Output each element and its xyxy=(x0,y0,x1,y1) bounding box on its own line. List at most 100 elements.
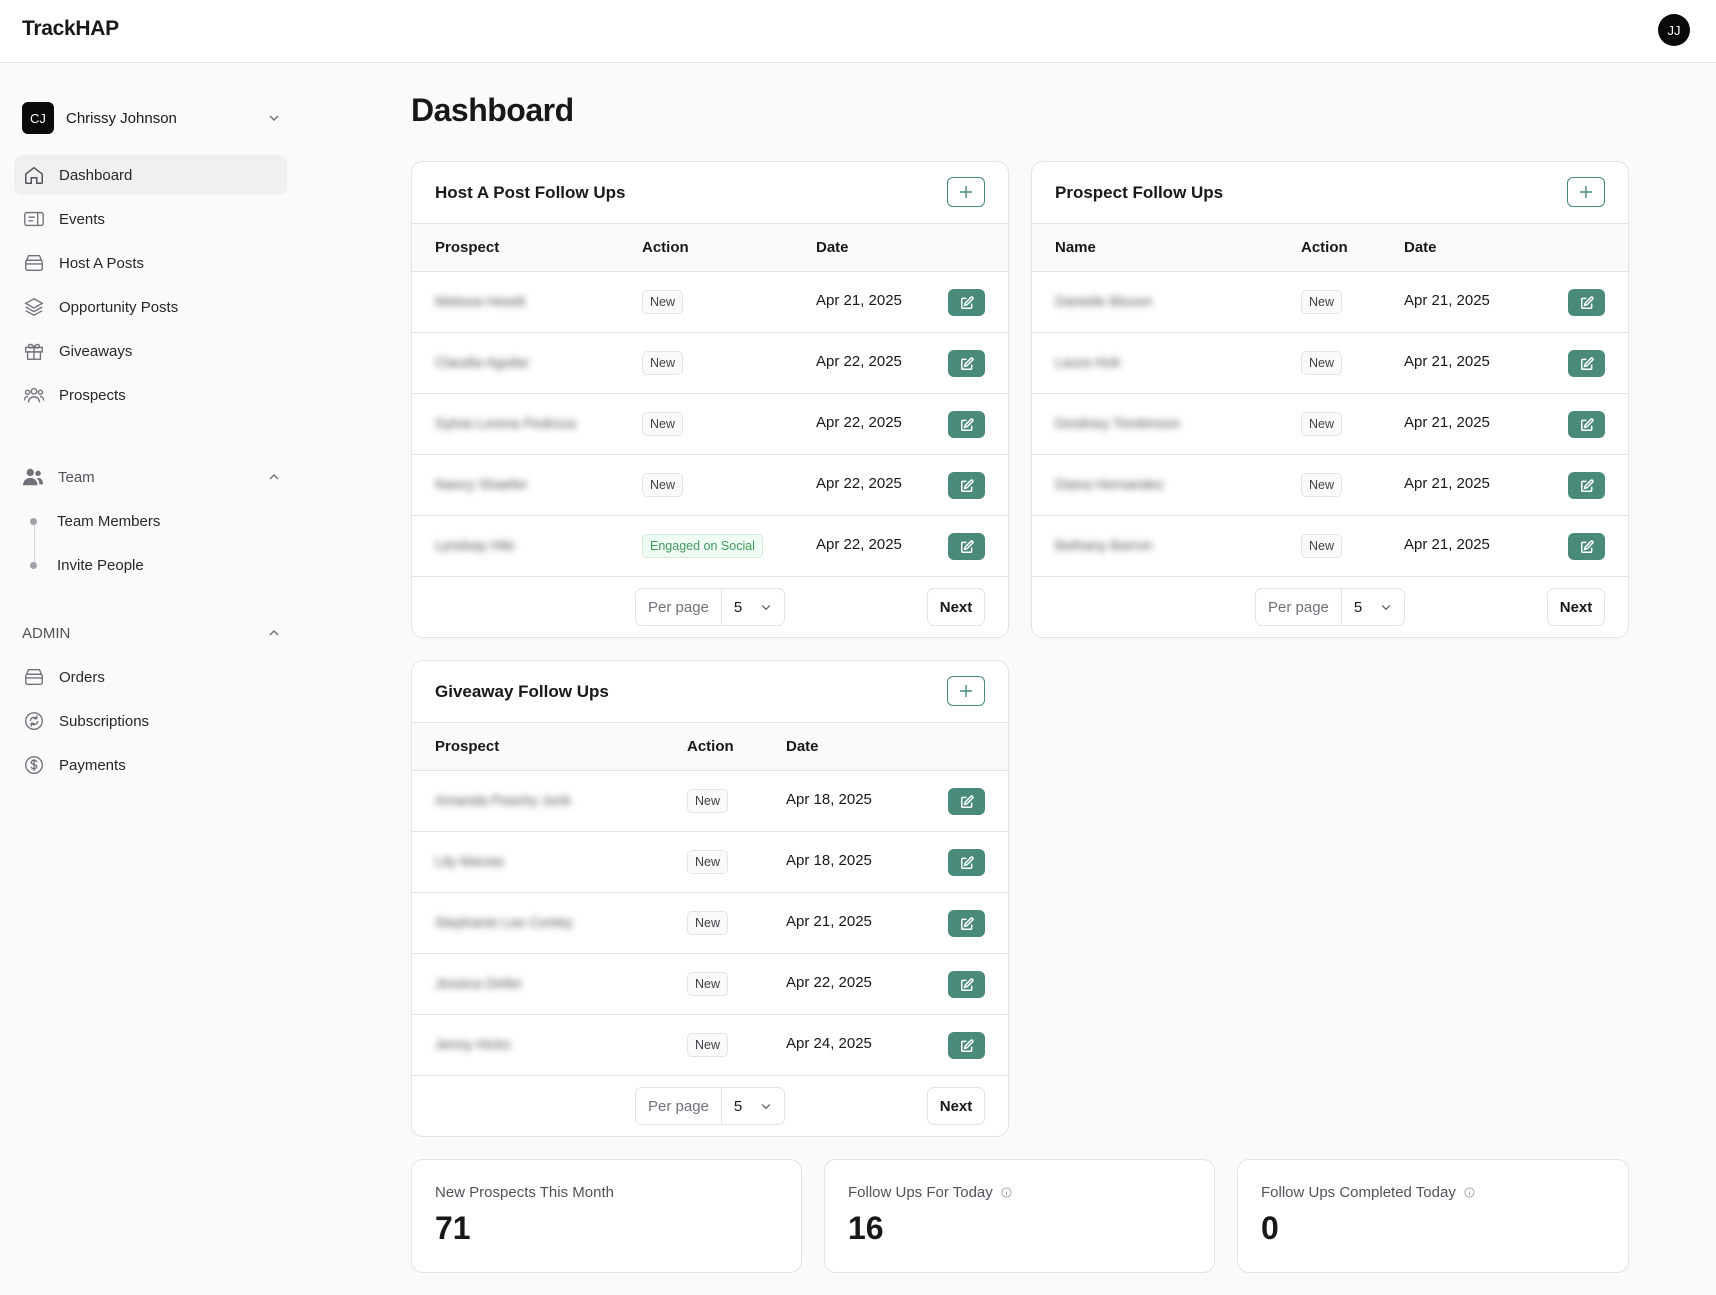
account-switcher[interactable]: CJ Chrissy Johnson xyxy=(22,102,282,134)
edit-icon xyxy=(1580,417,1594,431)
sidebar-item-giveaways[interactable]: Giveaways xyxy=(14,331,287,371)
date-cell: Apr 21, 2025 xyxy=(816,292,902,309)
sidebar-item-events[interactable]: Events xyxy=(14,199,287,239)
edit-button[interactable] xyxy=(1568,289,1605,316)
sidebar-item-orders[interactable]: Orders xyxy=(14,657,287,697)
bullet xyxy=(30,517,37,525)
edit-button[interactable] xyxy=(948,971,985,998)
chevron-down-icon xyxy=(269,115,279,122)
add-button[interactable] xyxy=(1567,177,1605,207)
table-header: Prospect Action Date xyxy=(412,223,1008,272)
prospect-name: Laura Holt xyxy=(1055,354,1120,370)
edit-button[interactable] xyxy=(948,788,985,815)
prospect-follow-ups-card: Prospect Follow Ups Name Action Date Dan… xyxy=(1031,161,1629,638)
pagination: Per page 5 Next xyxy=(412,576,1008,637)
table-header: Prospect Action Date xyxy=(412,722,1008,771)
sidebar-item-label: Invite People xyxy=(57,556,144,574)
status-badge: New xyxy=(687,1033,729,1057)
sidebar-item-subscriptions[interactable]: Subscriptions xyxy=(14,701,287,741)
edit-button[interactable] xyxy=(948,1032,985,1059)
team-section-label: Team xyxy=(58,468,95,486)
edit-button[interactable] xyxy=(948,910,985,937)
edit-icon xyxy=(960,916,974,930)
sidebar-item-invite-people[interactable]: Invite People xyxy=(30,551,144,579)
stat-label: New Prospects This Month xyxy=(435,1184,614,1201)
edit-button[interactable] xyxy=(1568,472,1605,499)
per-page-value[interactable]: 5 xyxy=(1342,589,1404,625)
edit-button[interactable] xyxy=(948,289,985,316)
per-page-value[interactable]: 5 xyxy=(722,589,784,625)
sidebar-item-team-members[interactable]: Team Members xyxy=(30,507,160,535)
host-a-post-follow-ups-card: Host A Post Follow Ups Prospect Action D… xyxy=(411,161,1009,638)
sidebar-item-dashboard[interactable]: Dashboard xyxy=(14,155,287,195)
team-section-toggle[interactable]: Team xyxy=(22,463,282,491)
sidebar-item-opportunity-posts[interactable]: Opportunity Posts xyxy=(14,287,287,327)
edit-button[interactable] xyxy=(948,533,985,560)
edit-icon xyxy=(960,356,974,370)
plus-icon xyxy=(960,685,972,697)
edit-button[interactable] xyxy=(1568,411,1605,438)
per-page-select[interactable]: Per page 5 xyxy=(635,1087,786,1125)
table-row: Destiney Tomkinson New Apr 21, 2025 xyxy=(1032,394,1628,455)
status-badge: New xyxy=(687,911,729,935)
stat-card-follow-ups-completed: Follow Ups Completed Today 0 xyxy=(1237,1159,1629,1273)
prospect-name: Bethany Barron xyxy=(1055,537,1153,553)
table-row: Bethany Barron New Apr 21, 2025 xyxy=(1032,516,1628,577)
per-page-select[interactable]: Per page 5 xyxy=(635,588,786,626)
next-button[interactable]: Next xyxy=(1547,588,1605,626)
dollar-icon xyxy=(23,754,45,776)
sidebar-item-payments[interactable]: Payments xyxy=(14,745,287,785)
add-button[interactable] xyxy=(947,676,985,706)
status-badge: New xyxy=(687,972,729,996)
edit-button[interactable] xyxy=(1568,350,1605,377)
page-title: Dashboard xyxy=(411,92,574,128)
date-cell: Apr 22, 2025 xyxy=(816,414,902,431)
date-cell: Apr 21, 2025 xyxy=(786,913,872,930)
info-icon[interactable] xyxy=(1464,1187,1475,1198)
date-cell: Apr 18, 2025 xyxy=(786,852,872,869)
status-badge: New xyxy=(1301,290,1343,314)
add-button[interactable] xyxy=(947,177,985,207)
giveaway-follow-ups-card: Giveaway Follow Ups Prospect Action Date… xyxy=(411,660,1009,1137)
stat-label-text: Follow Ups Completed Today xyxy=(1261,1184,1456,1201)
per-page-value[interactable]: 5 xyxy=(722,1088,784,1124)
edit-button[interactable] xyxy=(948,849,985,876)
ticket-icon xyxy=(23,208,45,230)
user-avatar[interactable]: JJ xyxy=(1658,14,1690,46)
edit-button[interactable] xyxy=(1568,533,1605,560)
date-cell: Apr 24, 2025 xyxy=(786,1035,872,1052)
sidebar-item-label: Dashboard xyxy=(59,166,133,184)
sidebar-item-label: Events xyxy=(59,210,105,228)
archive-icon xyxy=(23,666,45,688)
app-brand[interactable]: TrackHAP xyxy=(22,17,119,41)
date-cell: Apr 21, 2025 xyxy=(1404,292,1490,309)
column-header: Name xyxy=(1055,239,1096,256)
status-badge: New xyxy=(687,850,729,874)
date-cell: Apr 21, 2025 xyxy=(1404,475,1490,492)
edit-button[interactable] xyxy=(948,350,985,377)
edit-button[interactable] xyxy=(948,411,985,438)
card-title: Host A Post Follow Ups xyxy=(435,183,626,202)
status-badge: New xyxy=(642,290,684,314)
per-page-select[interactable]: Per page 5 xyxy=(1255,588,1406,626)
column-header: Action xyxy=(1301,239,1348,256)
date-cell: Apr 21, 2025 xyxy=(1404,414,1490,431)
stat-card-new-prospects: New Prospects This Month 71 xyxy=(411,1159,802,1273)
admin-section-toggle[interactable]: ADMIN xyxy=(22,619,282,647)
info-icon[interactable] xyxy=(1001,1187,1012,1198)
pagination: Per page 5 Next xyxy=(412,1075,1008,1136)
date-cell: Apr 22, 2025 xyxy=(816,536,902,553)
edit-icon xyxy=(960,417,974,431)
edit-icon xyxy=(960,539,974,553)
stat-label-text: Follow Ups For Today xyxy=(848,1184,993,1201)
table-row: Lily Macias New Apr 18, 2025 xyxy=(412,832,1008,893)
sidebar-item-label: Giveaways xyxy=(59,342,133,360)
account-name: Chrissy Johnson xyxy=(66,109,177,127)
edit-button[interactable] xyxy=(948,472,985,499)
sidebar-item-label: Team Members xyxy=(57,512,161,530)
next-button[interactable]: Next xyxy=(927,588,985,626)
stat-label: Follow Ups Completed Today xyxy=(1261,1184,1475,1201)
sidebar-item-prospects[interactable]: Prospects xyxy=(14,375,287,415)
next-button[interactable]: Next xyxy=(927,1087,985,1125)
sidebar-item-host-a-posts[interactable]: Host A Posts xyxy=(14,243,287,283)
